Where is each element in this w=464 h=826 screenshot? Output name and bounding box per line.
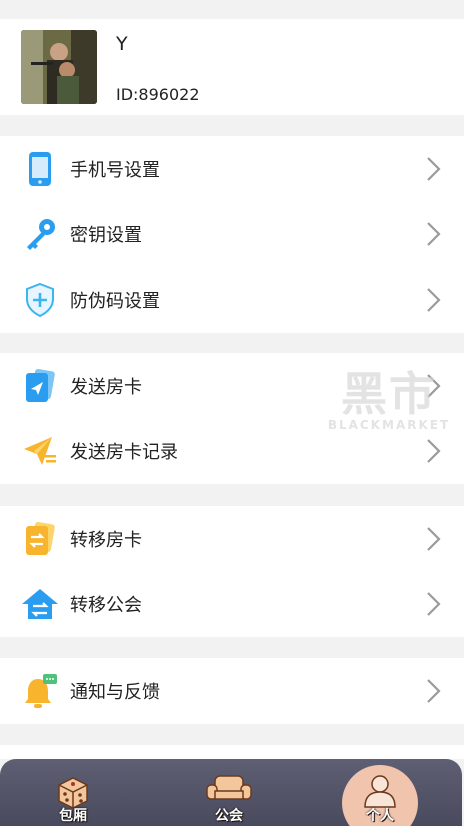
shield-icon: [21, 281, 59, 319]
tab-label: 个人: [366, 808, 394, 824]
tab-label: 公会: [215, 808, 243, 824]
chevron-right-icon: [427, 592, 441, 617]
menu-item-anticounterfeit-settings[interactable]: 防伪码设置: [0, 267, 464, 333]
menu-item-label: 发送房卡记录: [70, 442, 178, 464]
menu-item-label: 通知与反馈: [70, 681, 160, 703]
chevron-right-icon: [427, 156, 441, 181]
chevron-right-icon: [427, 526, 441, 551]
chevron-right-icon: [427, 439, 441, 464]
profile-card[interactable]: Y ID:896022: [0, 19, 464, 115]
paper-plane-icon: [21, 432, 59, 470]
menu-item-label: 防伪码设置: [70, 290, 160, 312]
settings-group-security: 手机号设置 密钥设置 防伪码设置: [0, 136, 464, 333]
transfer-guild-icon: [21, 585, 59, 623]
key-icon: [21, 215, 59, 253]
bell-icon: [21, 672, 59, 710]
tab-personal[interactable]: 个人: [347, 759, 413, 826]
user-id: ID:896022: [116, 85, 200, 104]
tab-label: 包厢: [59, 808, 87, 824]
menu-item-transfer-guild[interactable]: 转移公会: [0, 572, 464, 638]
menu-item-label: 密钥设置: [70, 225, 142, 247]
settings-group-notice: 通知与反馈: [0, 658, 464, 724]
menu-item-notice-feedback[interactable]: 通知与反馈: [0, 658, 464, 724]
bottom-tab-bar: 包厢 公会 个人: [0, 759, 462, 826]
menu-item-label: 发送房卡: [70, 376, 142, 398]
menu-item-label: 转移公会: [70, 595, 142, 617]
phone-icon: [21, 150, 59, 188]
person-icon: [364, 775, 396, 808]
tab-box[interactable]: 包厢: [40, 759, 106, 826]
list-footer: [0, 745, 464, 759]
menu-item-key-settings[interactable]: 密钥设置: [0, 202, 464, 268]
menu-item-label: 手机号设置: [70, 159, 160, 181]
watermark-logo: 黑市 BLACKMARKET: [327, 367, 451, 432]
menu-item-phone-settings[interactable]: 手机号设置: [0, 136, 464, 202]
tab-guild[interactable]: 公会: [196, 759, 262, 826]
chevron-right-icon: [427, 678, 441, 703]
send-card-icon: [21, 367, 59, 405]
chevron-right-icon: [427, 222, 441, 247]
chevron-right-icon: [427, 287, 441, 312]
avatar[interactable]: [21, 30, 97, 104]
transfer-card-icon: [21, 520, 59, 558]
user-name: Y: [116, 33, 128, 55]
settings-group-transfer: 转移房卡 转移公会: [0, 506, 464, 637]
menu-item-transfer-card[interactable]: 转移房卡: [0, 506, 464, 572]
sofa-icon: [206, 775, 252, 800]
dice-icon: [58, 777, 88, 809]
menu-item-label: 转移房卡: [70, 529, 142, 551]
